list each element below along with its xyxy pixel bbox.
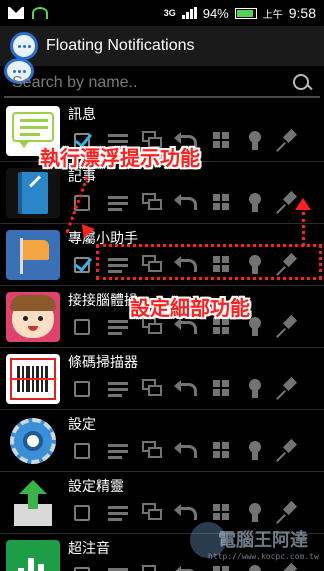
ampm: 上午 [262, 9, 283, 21]
list-item[interactable]: 設定 [0, 410, 324, 472]
reply-icon[interactable] [172, 377, 202, 401]
stack-icon[interactable] [138, 501, 168, 525]
grid-icon[interactable] [206, 377, 236, 401]
callout-arrow-head [295, 198, 311, 210]
lines-icon[interactable] [104, 439, 134, 463]
pin-icon[interactable] [274, 439, 304, 463]
enable-checkbox[interactable] [74, 381, 90, 397]
notes-app-icon [6, 168, 60, 218]
app-name: 接接腦體操 [68, 292, 138, 308]
stack-icon[interactable] [138, 563, 168, 571]
row-controls [74, 436, 320, 466]
enable-checkbox[interactable] [74, 443, 90, 459]
enable-checkbox[interactable] [74, 505, 90, 521]
search-bar [4, 70, 320, 98]
battery-icon [234, 7, 257, 19]
lightbulb-icon[interactable] [240, 191, 270, 215]
app-name: 設定 [68, 416, 96, 432]
watermark-url: http://www.kocpc.com.tw [208, 552, 319, 561]
search-input[interactable] [4, 74, 274, 92]
status-bar: 3G 94% 上午 9:58 [0, 0, 324, 26]
network-type: 3G [163, 8, 176, 18]
flag-app-icon [6, 230, 60, 280]
enable-checkbox[interactable] [74, 319, 90, 335]
setup-wizard-app-icon [6, 478, 60, 528]
lightbulb-icon[interactable] [240, 439, 270, 463]
lines-icon[interactable] [104, 377, 134, 401]
lines-icon[interactable] [104, 191, 134, 215]
app-name: 訊息 [68, 106, 96, 122]
lightbulb-icon[interactable] [240, 129, 270, 153]
callout-detail-settings: 設定細部功能 [130, 296, 250, 320]
settings-gear-icon [6, 416, 60, 466]
brain-game-app-icon [6, 292, 60, 342]
battery-percent: 94% [202, 5, 229, 21]
lightbulb-icon[interactable] [240, 377, 270, 401]
search-icon[interactable] [292, 73, 312, 93]
stack-icon[interactable] [138, 439, 168, 463]
app-name: 超注音 [68, 540, 110, 556]
app-title: Floating Notifications [46, 37, 195, 54]
row-controls [74, 188, 320, 218]
watermark: 電腦王阿達 http://www.kocpc.com.tw [188, 522, 322, 568]
app-name: 設定精靈 [68, 478, 124, 494]
wifi-icon [32, 7, 48, 19]
lines-icon[interactable] [104, 563, 134, 571]
stack-icon[interactable] [138, 191, 168, 215]
app-name: 條碼掃描器 [68, 354, 138, 370]
row-controls [74, 374, 320, 404]
clock: 9:58 [288, 5, 316, 21]
list-item[interactable]: 條碼掃描器 [0, 348, 324, 410]
callout-highlight-box [96, 244, 322, 280]
callout-floating-notification: 執行漂浮提示功能 [40, 146, 200, 170]
reply-icon[interactable] [172, 191, 202, 215]
pin-icon[interactable] [274, 315, 304, 339]
pin-icon[interactable] [274, 129, 304, 153]
lines-icon[interactable] [104, 501, 134, 525]
zhuyin-keyboard-app-icon [6, 540, 60, 571]
grid-icon[interactable] [206, 439, 236, 463]
signal-icon [181, 7, 197, 19]
gmail-icon [8, 7, 24, 19]
reply-icon[interactable] [172, 439, 202, 463]
enable-checkbox[interactable] [74, 567, 90, 571]
watermark-brand: 電腦王阿達 [218, 530, 308, 551]
grid-icon[interactable] [206, 129, 236, 153]
barcode-scanner-app-icon [6, 354, 60, 404]
list-item[interactable]: 記事 [0, 162, 324, 224]
stack-icon[interactable] [138, 377, 168, 401]
enable-checkbox[interactable] [74, 257, 90, 273]
action-bar: Floating Notifications [0, 26, 324, 66]
callout-arrow [302, 212, 305, 246]
grid-icon[interactable] [206, 191, 236, 215]
pin-icon[interactable] [274, 377, 304, 401]
app-logo-icon[interactable] [10, 32, 38, 60]
